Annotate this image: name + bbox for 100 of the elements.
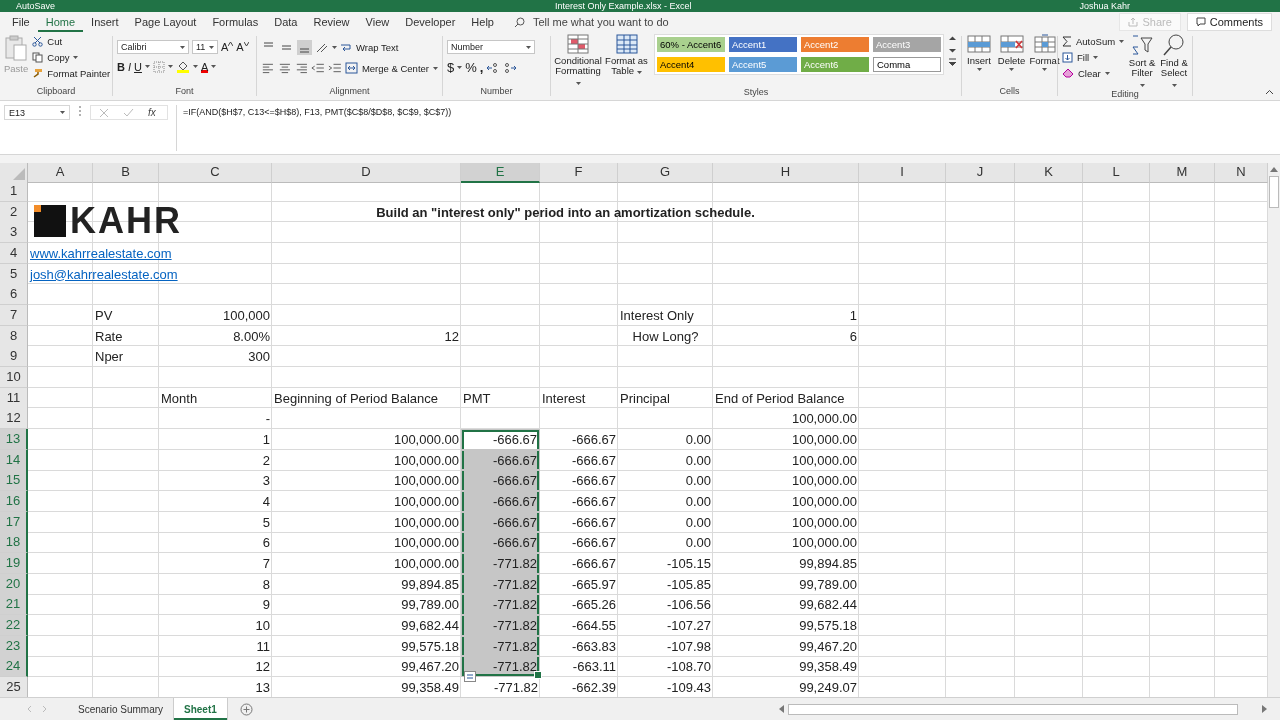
comments-button[interactable]: Comments — [1186, 13, 1272, 31]
name-box[interactable]: E13 — [4, 105, 70, 120]
font-family-dropdown[interactable]: Calibri — [117, 40, 189, 54]
selected-cell[interactable]: -771.82 — [461, 573, 540, 595]
sheet-tab[interactable]: Sheet1 — [174, 698, 228, 720]
grow-font-button[interactable]: A — [221, 41, 234, 53]
column-header[interactable]: F — [540, 163, 618, 183]
row-header[interactable]: 8 — [0, 325, 28, 347]
ribbon-tab[interactable]: Developer — [397, 12, 464, 32]
row-header[interactable]: 9 — [0, 346, 28, 368]
selected-cell[interactable]: -771.82 — [461, 594, 540, 616]
search-field[interactable]: Tell me what you want to do — [513, 15, 705, 29]
column-header[interactable]: J — [946, 163, 1015, 183]
ribbon-tab[interactable]: Home — [37, 12, 84, 32]
drag-handle-icon[interactable] — [78, 105, 82, 117]
column-header[interactable]: G — [618, 163, 713, 183]
row-header[interactable]: 21 — [0, 594, 28, 616]
cell-style-swatch[interactable]: Comma — [873, 57, 941, 72]
ribbon-tab[interactable]: Page Layout — [126, 12, 205, 32]
column-header[interactable]: B — [93, 163, 159, 183]
copy-button[interactable]: Copy — [32, 50, 111, 64]
fill-color-icon[interactable] — [175, 60, 190, 73]
decrease-indent-icon[interactable] — [311, 62, 326, 74]
horizontal-align-icon[interactable] — [261, 62, 275, 74]
link[interactable]: josh@kahrrealestate.com — [30, 264, 178, 284]
italic-button[interactable]: I — [127, 60, 131, 73]
cell-style-swatch[interactable]: Accent1 — [729, 37, 797, 52]
insert-button[interactable]: Insert — [966, 34, 992, 72]
cell-style-swatch[interactable]: 60% - Accent6 — [657, 37, 725, 52]
scroll-right-icon[interactable] — [1262, 705, 1268, 713]
ribbon-tab[interactable]: Insert — [83, 12, 127, 32]
row-header[interactable]: 15 — [0, 470, 28, 492]
comma-style-button[interactable]: , — [479, 60, 484, 75]
row-header[interactable]: 13 — [0, 429, 28, 451]
column-header[interactable]: A — [28, 163, 93, 183]
conditional-formatting-button[interactable]: Conditional Formatting — [555, 34, 601, 88]
format-button[interactable]: Format — [1031, 34, 1058, 72]
percent-button[interactable]: % — [465, 60, 477, 75]
format-as-table-button[interactable]: Format as Table — [605, 34, 648, 77]
merge-center-button[interactable]: Merge & Center — [344, 61, 438, 75]
horizontal-align-icon[interactable] — [294, 62, 309, 74]
selected-cell[interactable]: -771.82 — [461, 615, 540, 636]
scroll-up-icon[interactable] — [948, 34, 957, 43]
row-header[interactable]: 10 — [0, 367, 28, 389]
ribbon-tab[interactable]: Data — [266, 12, 306, 32]
row-header[interactable]: 24 — [0, 656, 28, 678]
column-header[interactable]: I — [859, 163, 946, 183]
column-header[interactable]: K — [1015, 163, 1083, 183]
horizontal-align-icon[interactable] — [277, 62, 292, 74]
selected-cell[interactable]: -666.67 — [461, 511, 540, 533]
active-cell[interactable]: -666.67 — [461, 429, 540, 450]
row-header[interactable]: 16 — [0, 491, 28, 513]
selected-cell[interactable]: -666.67 — [461, 449, 540, 471]
row-header[interactable]: 12 — [0, 408, 28, 430]
column-header[interactable]: C — [159, 163, 272, 183]
ribbon-tab[interactable]: Formulas — [204, 12, 267, 32]
quick-analysis-icon[interactable] — [464, 671, 476, 683]
clear-button[interactable]: Clear — [1062, 66, 1125, 80]
selected-cell[interactable]: -771.82 — [461, 635, 540, 657]
wrap-text-button[interactable]: Wrap Text — [340, 40, 399, 55]
row-header[interactable]: 14 — [0, 449, 28, 471]
row-header[interactable]: 23 — [0, 635, 28, 657]
row-header[interactable]: 18 — [0, 532, 28, 554]
number-format-dropdown[interactable]: Number — [447, 40, 535, 54]
row-header[interactable]: 19 — [0, 553, 28, 575]
ribbon-tab[interactable]: File — [4, 12, 38, 32]
cell-style-swatch[interactable]: Accent4 — [657, 57, 725, 72]
row-header[interactable]: 22 — [0, 615, 28, 637]
increase-indent-icon[interactable] — [328, 62, 342, 74]
column-header[interactable]: M — [1150, 163, 1215, 183]
row-header[interactable]: 17 — [0, 511, 28, 533]
column-header[interactable]: E — [461, 163, 540, 183]
collapse-ribbon-icon[interactable] — [1265, 89, 1274, 95]
add-sheet-icon[interactable] — [239, 702, 253, 716]
selected-cell[interactable]: -666.67 — [461, 470, 540, 492]
delete-button[interactable]: Delete — [998, 34, 1025, 72]
font-color-button[interactable]: A — [200, 60, 209, 73]
row-header[interactable]: 25 — [0, 677, 28, 697]
formula-field[interactable]: =IF(AND($H$7, C13<=$H$8), F13, PMT($C$8/$D$8, $C$9, $C$7)) — [176, 105, 1280, 151]
sort-filter-button[interactable]: Sort & Filter — [1128, 34, 1157, 90]
ribbon-tab[interactable]: Review — [305, 12, 358, 32]
ribbon-tab[interactable]: Help — [463, 12, 502, 32]
currency-button[interactable]: $ — [447, 60, 455, 75]
row-header[interactable]: 1 — [0, 181, 28, 202]
column-header[interactable]: H — [713, 163, 859, 183]
scroll-down-icon[interactable] — [948, 46, 957, 55]
selected-cell[interactable]: -666.67 — [461, 491, 540, 512]
check-icon[interactable] — [123, 107, 134, 118]
font-size-dropdown[interactable]: 11 — [192, 40, 218, 54]
scroll-left-icon[interactable] — [778, 705, 784, 713]
cut-button[interactable]: Cut — [32, 34, 111, 48]
bold-button[interactable]: B — [117, 60, 125, 73]
insert-function-button[interactable]: fx — [148, 107, 156, 118]
find-select-button[interactable]: Find & Select — [1160, 34, 1188, 90]
column-header[interactable]: L — [1083, 163, 1150, 183]
selected-cell[interactable]: -771.82 — [461, 553, 540, 574]
row-header[interactable]: 6 — [0, 284, 28, 306]
underline-button[interactable]: U — [134, 60, 142, 73]
decrease-decimal-icon[interactable] — [503, 61, 518, 74]
link[interactable]: www.kahrrealestate.com — [30, 243, 172, 263]
